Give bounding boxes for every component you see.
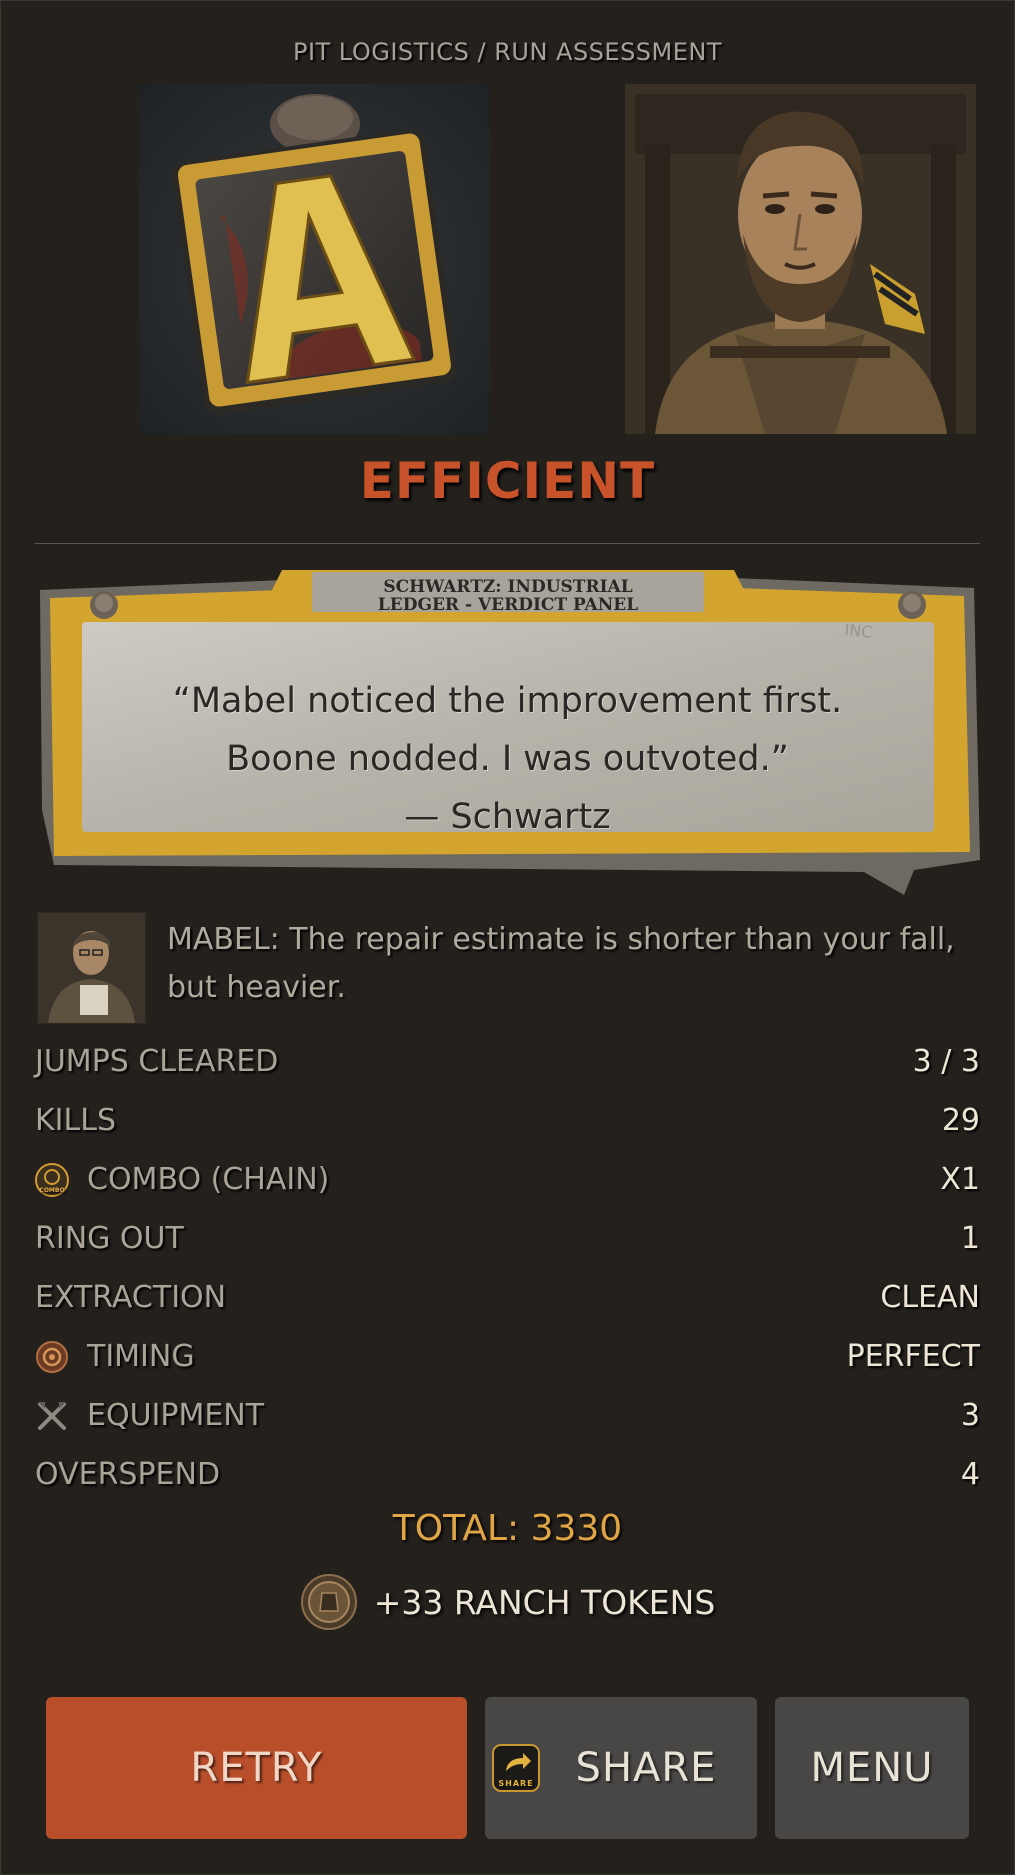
stat-row-equipment: EQUIPMENT 3 <box>35 1386 980 1445</box>
stat-row-kills: KILLS 29 <box>35 1091 980 1150</box>
quote-attribution: — Schwartz <box>404 797 611 837</box>
stat-label: JUMPS CLEARED <box>35 1044 279 1079</box>
total-score: TOTAL: 3330 <box>392 1508 623 1549</box>
stats-list: JUMPS CLEARED 3 / 3 KILLS 29 COMBO COMBO… <box>35 1032 980 1504</box>
stat-label: COMBO (CHAIN) <box>87 1162 330 1197</box>
stat-label: KILLS <box>35 1103 116 1138</box>
divider <box>35 543 980 544</box>
crossed-tools-icon <box>35 1399 69 1433</box>
stat-row-extraction: EXTRACTION CLEAN <box>35 1268 980 1327</box>
share-icon: SHARE <box>491 1743 541 1793</box>
combo-badge-icon: COMBO <box>35 1162 69 1197</box>
menu-button[interactable]: MENU <box>775 1697 969 1839</box>
mabel-avatar <box>37 912 146 1024</box>
svg-text:COMBO: COMBO <box>39 1187 64 1194</box>
stat-row-jumps-cleared: JUMPS CLEARED 3 / 3 <box>35 1032 980 1091</box>
stat-row-ring-out: RING OUT 1 <box>35 1209 980 1268</box>
reward-row: +33 RANCH TOKENS <box>0 1573 1015 1631</box>
stat-value: 1 <box>960 1221 980 1256</box>
stat-value: PERFECT <box>846 1339 980 1374</box>
quote-line-2: Boone nodded. I was outvoted.” <box>226 739 789 779</box>
stat-row-timing: TIMING PERFECT <box>35 1327 980 1386</box>
stat-row-combo: COMBO COMBO (CHAIN) X1 <box>35 1150 980 1209</box>
svg-text:SHARE: SHARE <box>498 1779 533 1788</box>
panel-title-line1: SCHWARTZ: INDUSTRIAL <box>383 577 632 597</box>
stat-value: CLEAN <box>880 1280 980 1315</box>
character-portrait <box>625 84 976 434</box>
quote-line-1: “Mabel noticed the improvement first. <box>172 681 843 721</box>
mabel-comment: MABEL: The repair estimate is shorter th… <box>167 922 955 1005</box>
stat-value: 3 <box>960 1398 980 1433</box>
grade-stamp-icon <box>139 84 490 434</box>
share-button-label: SHARE <box>575 1745 717 1791</box>
stat-value: 4 <box>960 1457 980 1492</box>
retry-button[interactable]: RETRY <box>46 1697 467 1839</box>
panel-title-line2: LEDGER - VERDICT PANEL <box>378 595 638 615</box>
share-button[interactable]: SHARE SHARE <box>485 1697 757 1839</box>
reward-text: +33 RANCH TOKENS <box>373 1582 716 1622</box>
page-header: PIT LOGISTICS / RUN ASSESSMENT <box>292 38 723 66</box>
stat-label: TIMING <box>87 1339 195 1374</box>
stamp-mark: INC <box>844 620 874 642</box>
stat-value: 29 <box>941 1103 980 1138</box>
verdict-quote: “Mabel noticed the improvement first. Bo… <box>120 672 895 846</box>
ranch-token-icon <box>300 1573 358 1631</box>
rating-label: EFFICIENT <box>359 452 656 510</box>
timing-medal-icon <box>35 1340 69 1374</box>
stat-value: 3 / 3 <box>912 1044 980 1079</box>
stat-label: RING OUT <box>35 1221 184 1256</box>
stat-row-overspend: OVERSPEND 4 <box>35 1445 980 1504</box>
stat-label: EXTRACTION <box>35 1280 227 1315</box>
stat-label: EQUIPMENT <box>87 1398 265 1433</box>
stat-value: X1 <box>940 1162 980 1197</box>
stat-label: OVERSPEND <box>35 1457 221 1492</box>
